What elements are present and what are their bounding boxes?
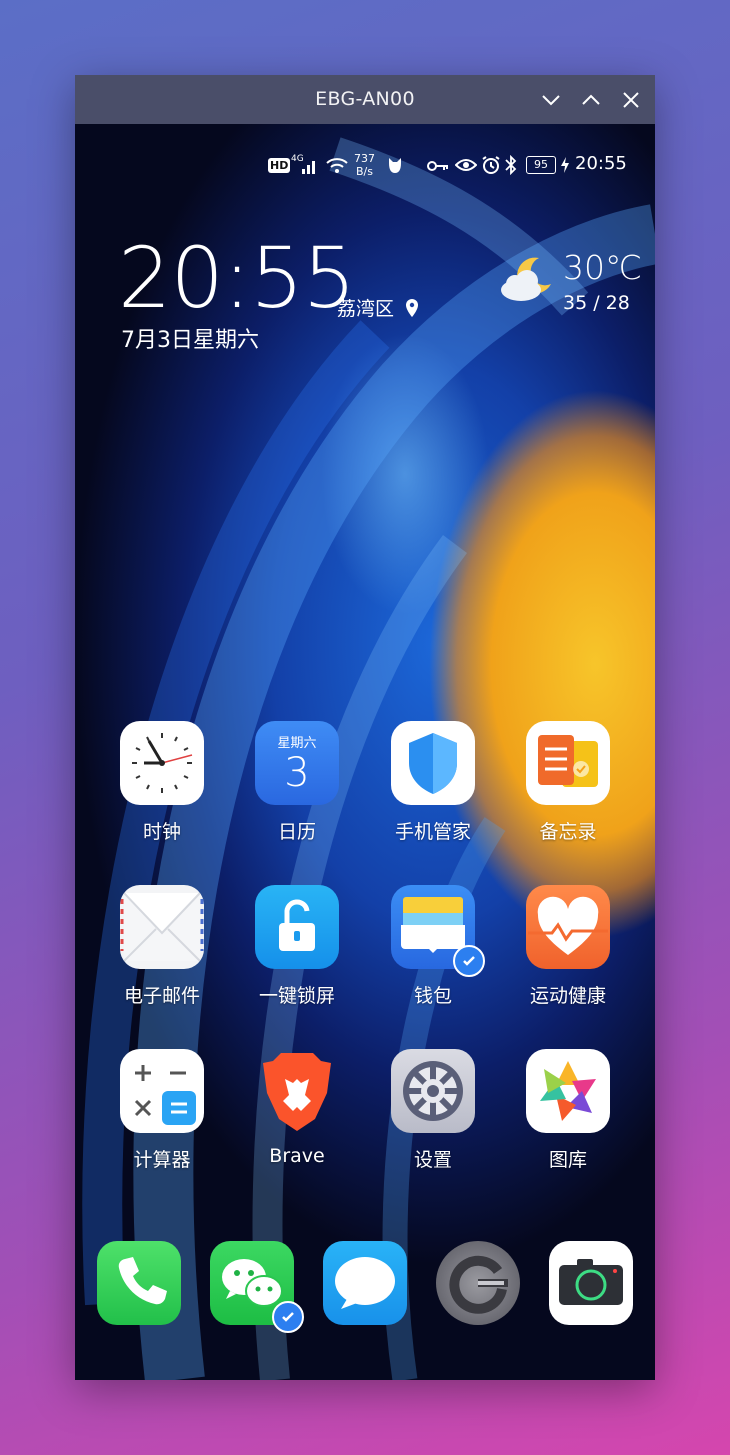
app-label: 图库: [548, 1149, 587, 1171]
status-bar: HD 4G 737 B/s 95 20:55: [75, 152, 655, 184]
cat-icon: [389, 158, 401, 173]
close-icon: [623, 92, 639, 108]
calendar-day: 3: [284, 750, 310, 796]
gallery-icon: [526, 1049, 610, 1133]
app-label: 计算器: [133, 1149, 191, 1171]
app-health[interactable]: 运动健康: [513, 885, 623, 1008]
notes-icon: [526, 721, 610, 805]
minimize-button[interactable]: [538, 87, 564, 113]
maximize-button[interactable]: [578, 87, 604, 113]
wechat-icon[interactable]: [210, 1241, 304, 1333]
app-label: 钱包: [413, 985, 452, 1007]
app-wallet[interactable]: 钱包: [378, 885, 488, 1008]
signal-icon: [302, 161, 315, 174]
widget-high-low: 35 / 28: [563, 292, 630, 314]
partly-cloudy-night-icon[interactable]: [499, 254, 555, 304]
shield-icon: [391, 721, 475, 805]
app-label: 日历: [277, 821, 316, 843]
widget-time[interactable]: 20:55: [118, 236, 356, 320]
net-speed: 737 B/s: [354, 152, 375, 178]
app-label: 备忘录: [539, 821, 597, 843]
verified-badge-icon: [272, 1301, 304, 1333]
phone-icon[interactable]: [97, 1241, 181, 1325]
app-label: 手机管家: [394, 821, 471, 843]
phone-screen: HD 4G 737B/s 95 20:55 20:55 荔湾区 7月3日星期六: [75, 124, 655, 1380]
location-pin-icon: [406, 299, 419, 317]
calculator-icon: [120, 1049, 204, 1133]
lion-icon: [255, 1049, 339, 1133]
lock-icon: [255, 885, 339, 969]
wifi-icon: [326, 158, 348, 173]
hd-icon: HD: [268, 158, 291, 173]
chevron-down-icon: [542, 95, 560, 106]
app-clock[interactable]: 时钟: [107, 721, 217, 844]
eye-icon: [455, 159, 477, 171]
widget-date: 7月3日星期六: [121, 328, 259, 353]
clock-icon: [120, 721, 204, 805]
app-calendar[interactable]: 星期六 3 日历: [242, 721, 352, 844]
app-gallery[interactable]: 图库: [513, 1049, 623, 1172]
mail-icon: [120, 885, 204, 969]
camera-icon[interactable]: [549, 1241, 633, 1325]
app-notes[interactable]: 备忘录: [513, 721, 623, 844]
chevron-up-icon: [582, 94, 600, 105]
app-settings[interactable]: 设置: [378, 1049, 488, 1172]
app-label: 一键锁屏: [258, 985, 335, 1007]
battery-icon: 95: [526, 156, 556, 174]
app-brave[interactable]: Brave: [242, 1049, 352, 1167]
window-titlebar[interactable]: EBG-AN00: [75, 75, 655, 124]
app-label: 时钟: [142, 821, 181, 843]
app-calculator[interactable]: 计算器: [107, 1049, 217, 1172]
app-one-key-lock[interactable]: 一键锁屏: [242, 885, 352, 1008]
app-phone-manager[interactable]: 手机管家: [378, 721, 488, 844]
verified-badge-icon: [453, 945, 485, 977]
widget-temperature[interactable]: 30℃: [563, 248, 642, 287]
location-label: 荔湾区: [337, 298, 395, 320]
bluetooth-icon: [505, 155, 517, 175]
heart-icon: [526, 885, 610, 969]
app-label: 运动健康: [529, 985, 606, 1007]
emulator-window: EBG-AN00 HD 4G 737 B/s 95 20:55 20:55 荔湾…: [75, 75, 655, 1380]
key-icon: [427, 161, 448, 171]
app-email[interactable]: 电子邮件: [107, 885, 217, 1008]
app-label: 设置: [413, 1149, 452, 1171]
calendar-icon: 星期六 3: [255, 721, 339, 805]
wallet-icon: [391, 885, 485, 977]
close-button[interactable]: [618, 87, 644, 113]
alarm-icon: [482, 156, 500, 174]
status-time: 20:55: [575, 153, 627, 174]
message-icon[interactable]: [323, 1241, 407, 1325]
window-title: EBG-AN00: [315, 88, 415, 110]
app-label: 电子邮件: [123, 985, 200, 1007]
widget-location[interactable]: 荔湾区: [337, 294, 420, 321]
app-label: Brave: [269, 1145, 325, 1167]
charging-icon: [561, 157, 569, 173]
calendar-weekday: 星期六: [277, 736, 317, 751]
browser-icon[interactable]: [436, 1241, 520, 1325]
gear-icon: [391, 1049, 475, 1133]
